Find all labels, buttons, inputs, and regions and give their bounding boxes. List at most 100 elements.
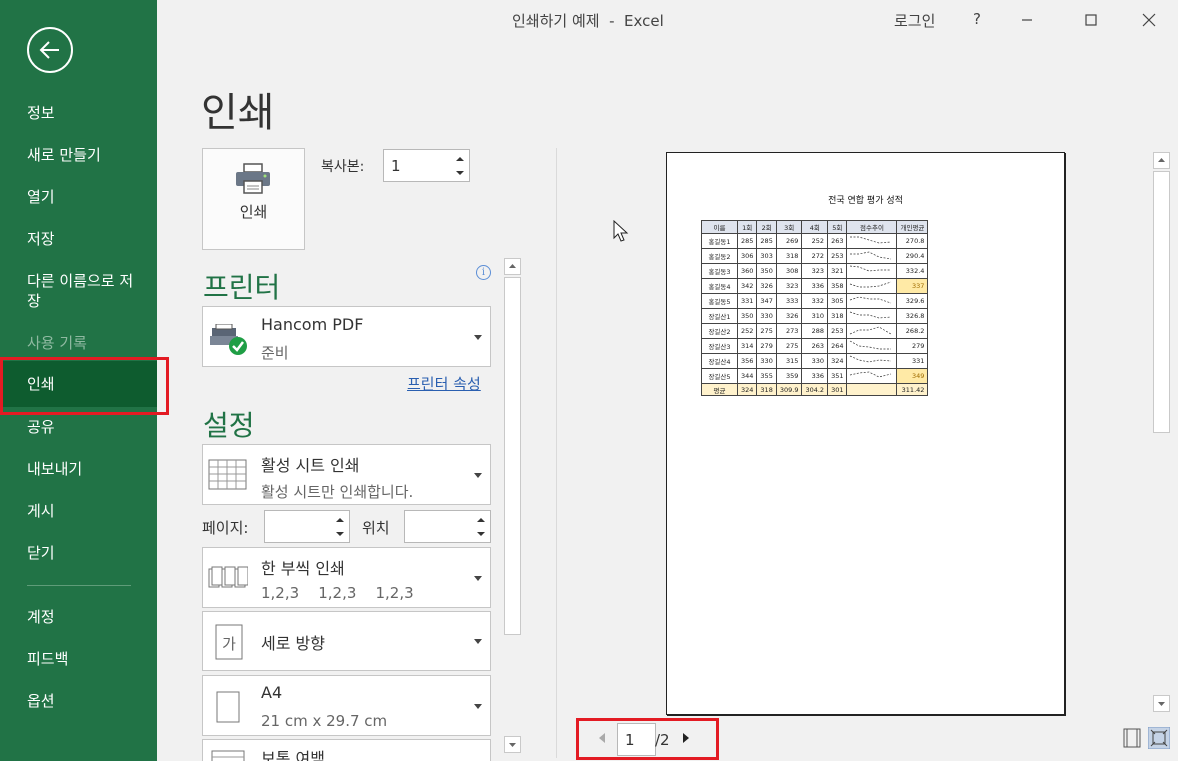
score-cell: 275 bbox=[756, 322, 777, 339]
spin-up-icon[interactable] bbox=[475, 514, 487, 526]
scroll-down-icon bbox=[1158, 702, 1165, 706]
student-name-cell: 홍길동3 bbox=[701, 262, 738, 279]
print-what-dropdown[interactable]: 활성 시트 인쇄 활성 시트만 인쇄합니다. bbox=[202, 444, 491, 505]
collated-pages-icon bbox=[208, 566, 248, 588]
table-row: 홍길동3 360 350 308 323 321 332.4 bbox=[701, 262, 929, 279]
sidebar-item-account[interactable]: 계정 bbox=[0, 607, 157, 627]
score-cell: 305 bbox=[827, 292, 848, 309]
chevron-down-icon bbox=[474, 576, 482, 581]
printer-dropdown[interactable]: Hancom PDF 준비 bbox=[202, 306, 491, 367]
personal-average-cell: 270.8 bbox=[896, 232, 929, 249]
paper-size-dropdown[interactable]: A4 21 cm x 29.7 cm bbox=[202, 675, 491, 736]
sidebar-item-save-as[interactable]: 다른 이름으로 저장 bbox=[0, 271, 150, 311]
pages-to-spinner[interactable] bbox=[404, 510, 491, 543]
score-cell: 275 bbox=[775, 337, 803, 354]
settings-section-title: 설정 bbox=[203, 409, 255, 442]
sparkline-icon bbox=[850, 251, 892, 260]
overall-average-cell: 311.42 bbox=[896, 382, 929, 397]
score-cell: 326 bbox=[756, 277, 777, 294]
minimize-icon[interactable] bbox=[1015, 8, 1039, 32]
personal-average-cell: 290.4 bbox=[896, 247, 929, 264]
chevron-down-icon bbox=[474, 704, 482, 709]
col-header: 5회 bbox=[827, 220, 848, 234]
score-cell: 263 bbox=[827, 232, 848, 249]
current-page-input[interactable]: 1 bbox=[617, 723, 656, 756]
page-title: 인쇄 bbox=[201, 90, 275, 136]
sidebar-item-print[interactable]: 인쇄 bbox=[0, 361, 157, 407]
score-cell: 269 bbox=[775, 232, 803, 249]
spin-up-icon[interactable] bbox=[454, 153, 466, 165]
copies-value: 1 bbox=[391, 157, 401, 175]
printer-properties-link[interactable]: 프린터 속성 bbox=[407, 373, 481, 394]
printer-name: Hancom PDF bbox=[261, 315, 364, 334]
preview-scroll-thumb[interactable] bbox=[1153, 171, 1170, 433]
sidebar-item-feedback[interactable]: 피드백 bbox=[0, 649, 157, 669]
close-icon[interactable] bbox=[1137, 8, 1161, 32]
sparkline-icon bbox=[850, 281, 892, 288]
spin-up-icon[interactable] bbox=[334, 514, 346, 526]
student-name-cell: 장길산2 bbox=[701, 322, 738, 339]
sidebar-item-options[interactable]: 옵션 bbox=[0, 691, 157, 711]
average-row: 평균 324 318 309.9 304.2 301 311.42 bbox=[701, 382, 929, 397]
preview-scrollbar[interactable] bbox=[1152, 152, 1171, 715]
scroll-up-icon bbox=[509, 264, 516, 268]
copies-spinner[interactable]: 1 bbox=[383, 149, 470, 182]
print-button[interactable]: 인쇄 bbox=[202, 148, 305, 250]
pages-from-spinner[interactable] bbox=[264, 510, 350, 543]
next-page-icon[interactable] bbox=[683, 733, 689, 743]
table-row: 장길산5 344 355 359 336 351 349 bbox=[701, 367, 929, 384]
paper-size-title: A4 bbox=[261, 683, 283, 702]
personal-average-cell: 279 bbox=[896, 337, 929, 354]
score-cell: 330 bbox=[756, 307, 777, 324]
zoom-to-page-icon[interactable] bbox=[1148, 727, 1170, 749]
score-cell: 330 bbox=[801, 352, 829, 369]
score-cell: 351 bbox=[827, 367, 848, 384]
sidebar-item-save[interactable]: 저장 bbox=[0, 229, 157, 249]
chevron-down-icon bbox=[474, 335, 482, 340]
spin-down-icon[interactable] bbox=[454, 167, 466, 179]
collate-dropdown[interactable]: 한 부씩 인쇄 1,2,3 1,2,3 1,2,3 bbox=[202, 547, 491, 608]
sidebar-item-share[interactable]: 공유 bbox=[0, 417, 157, 437]
previous-page-icon[interactable] bbox=[599, 733, 605, 743]
orientation-dropdown[interactable]: 가 세로 방향 bbox=[202, 611, 491, 671]
pane-divider bbox=[556, 148, 557, 758]
maximize-icon[interactable] bbox=[1079, 8, 1103, 32]
settings-scrollbar[interactable] bbox=[503, 258, 522, 754]
student-name-cell: 홍길동1 bbox=[701, 232, 738, 249]
spin-down-icon[interactable] bbox=[475, 528, 487, 540]
printer-status: 준비 bbox=[261, 344, 289, 362]
preview-scroll-down-button[interactable] bbox=[1153, 695, 1170, 712]
sidebar-item-new[interactable]: 새로 만들기 bbox=[0, 145, 157, 165]
help-button[interactable]: ? bbox=[973, 10, 981, 28]
back-button[interactable] bbox=[27, 27, 73, 73]
spin-down-icon[interactable] bbox=[334, 528, 346, 540]
preview-scroll-up-button[interactable] bbox=[1153, 152, 1170, 169]
sidebar-item-publish[interactable]: 게시 bbox=[0, 501, 157, 521]
scroll-thumb[interactable] bbox=[504, 277, 521, 635]
personal-average-cell: 268.2 bbox=[896, 322, 929, 339]
back-arrow-icon bbox=[39, 41, 59, 59]
scroll-down-button[interactable] bbox=[504, 736, 521, 753]
average-cell: 324 bbox=[736, 382, 758, 397]
student-name-cell: 장길산1 bbox=[701, 307, 738, 324]
info-icon[interactable]: i bbox=[476, 265, 491, 280]
score-cell: 279 bbox=[756, 337, 777, 354]
sheet-grid-icon bbox=[208, 459, 247, 490]
sidebar-item-open[interactable]: 열기 bbox=[0, 187, 157, 207]
table-row: 홍길동5 331 347 333 332 305 329.6 bbox=[701, 292, 929, 309]
margins-dropdown[interactable]: 보통 여백 bbox=[202, 739, 491, 761]
backstage-sidebar: 정보 새로 만들기 열기 저장 다른 이름으로 저장 사용 기록 인쇄 공유 내… bbox=[0, 0, 157, 761]
collate-title: 한 부씩 인쇄 bbox=[261, 559, 345, 578]
portrait-orientation-icon: 가 bbox=[215, 624, 243, 660]
show-margins-icon[interactable] bbox=[1121, 727, 1143, 749]
scroll-up-button[interactable] bbox=[504, 258, 521, 275]
sidebar-item-close[interactable]: 닫기 bbox=[0, 543, 157, 563]
login-button[interactable]: 로그인 bbox=[894, 10, 935, 31]
table-row: 홍길동2 306 303 318 272 253 290.4 bbox=[701, 247, 929, 264]
score-cell: 253 bbox=[827, 322, 848, 339]
sparkline-cell bbox=[846, 382, 898, 397]
sidebar-item-info[interactable]: 정보 bbox=[0, 103, 157, 123]
print-what-title: 활성 시트 인쇄 bbox=[261, 456, 360, 475]
sidebar-item-export[interactable]: 내보내기 bbox=[0, 459, 157, 479]
sidebar-divider bbox=[27, 585, 131, 586]
